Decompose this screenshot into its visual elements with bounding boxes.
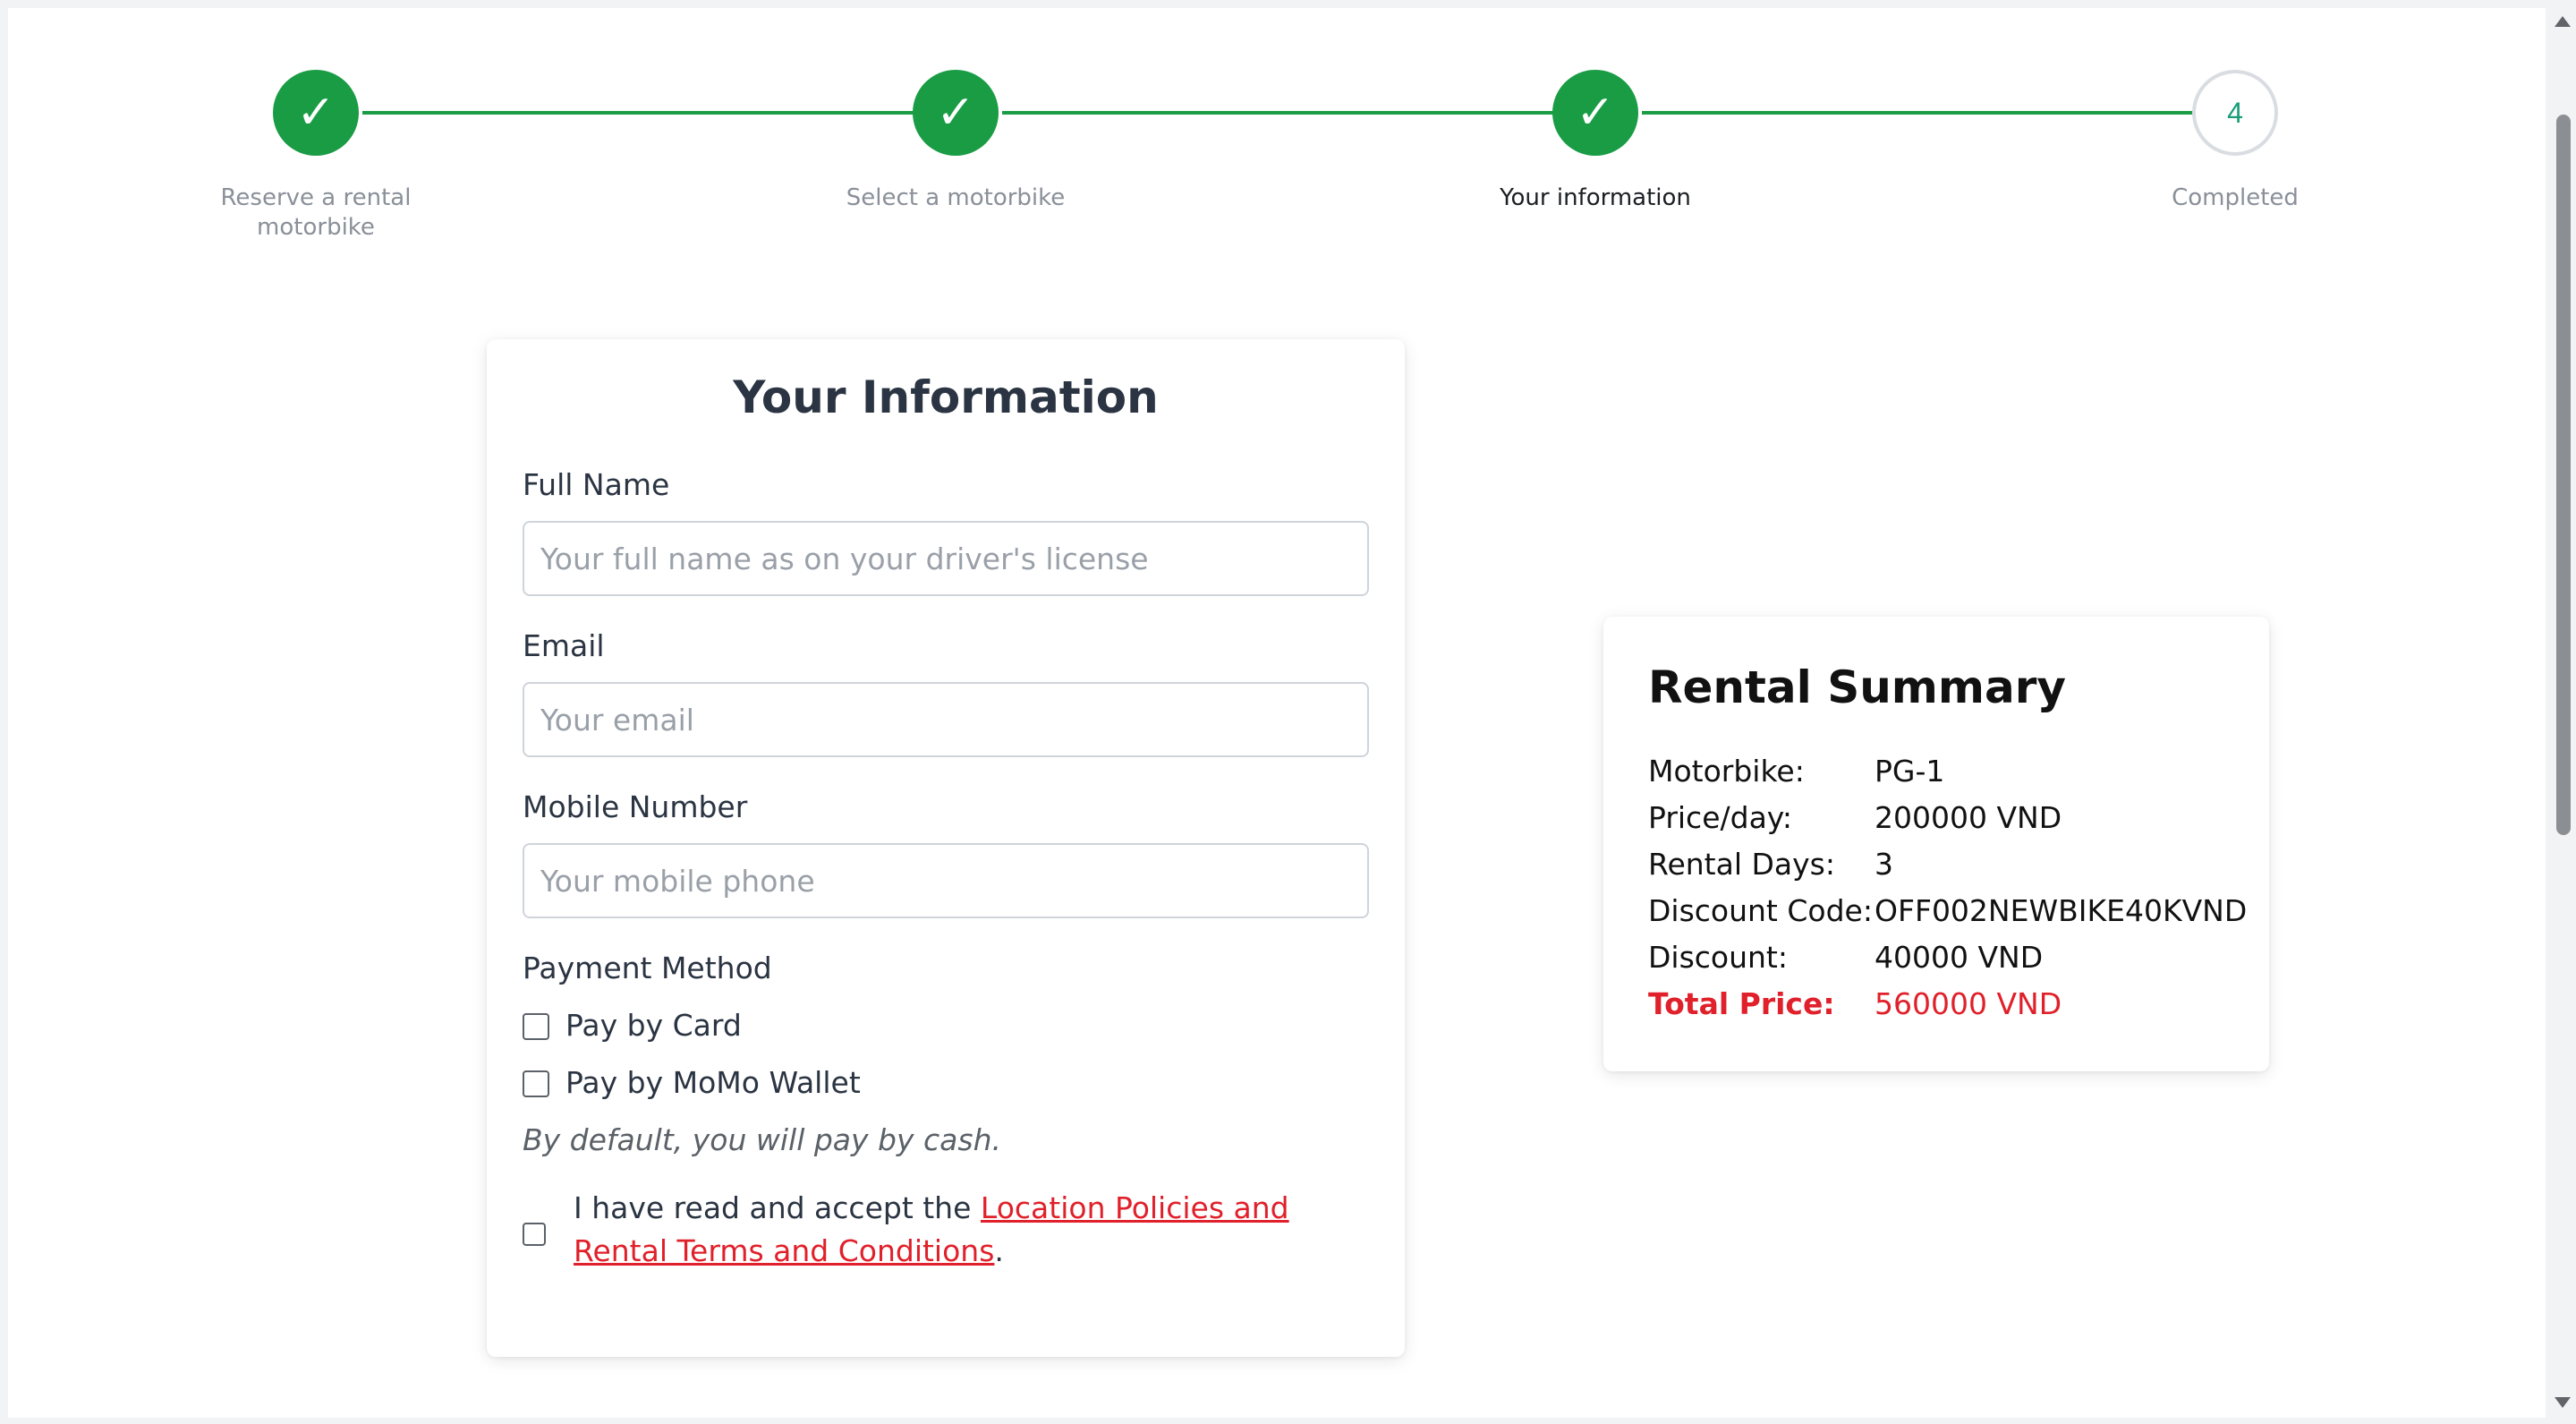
pay-by-momo-checkbox[interactable] — [523, 1070, 549, 1097]
summary-value: 40000 VND — [1875, 940, 2044, 975]
summary-value: 200000 VND — [1875, 800, 2062, 835]
summary-key: Rental Days: — [1648, 847, 1835, 882]
step-connector — [362, 111, 921, 115]
payment-default-note: By default, you will pay by cash. — [523, 1122, 1001, 1157]
full-name-input[interactable] — [523, 521, 1369, 596]
summary-key: Discount: — [1648, 940, 1788, 975]
step-3-label: Your information — [1500, 184, 1691, 211]
scroll-up-arrow-icon[interactable] — [2555, 16, 2571, 27]
step-1-label: Reserve a rental motorbike — [220, 184, 412, 241]
summary-key: Discount Code: — [1648, 893, 1873, 928]
summary-row-price-per-day: Price/day: 200000 VND — [1648, 800, 2257, 847]
accept-terms-text: I have read and accept the Location Poli… — [574, 1187, 1370, 1273]
step-number: 4 — [2227, 96, 2243, 129]
scroll-down-arrow-icon[interactable] — [2555, 1397, 2571, 1408]
step-2-label: Select a motorbike — [846, 184, 1066, 211]
pay-by-card-checkbox[interactable] — [523, 1013, 549, 1040]
scroll-thumb[interactable] — [2556, 115, 2571, 835]
rental-summary-card: Rental Summary Motorbike: PG-1 Price/day… — [1603, 617, 2269, 1071]
summary-row-total-price: Total Price: 560000 VND — [1648, 986, 2257, 1033]
step-4-label: Completed — [2172, 184, 2299, 211]
terms-suffix: . — [994, 1233, 1004, 1268]
step-4-circle: 4 — [2192, 70, 2278, 156]
vertical-scrollbar[interactable] — [2549, 0, 2576, 1424]
email-input[interactable] — [523, 682, 1369, 757]
mobile-number-input[interactable] — [523, 843, 1369, 918]
summary-row-discount-code: Discount Code: OFF002NEWBIKE40KVND — [1648, 893, 2257, 940]
step-connector — [1642, 111, 2200, 115]
your-information-form: Your Information Full Name Email Mobile … — [487, 339, 1405, 1357]
step-3-circle[interactable]: ✓ — [1552, 70, 1638, 156]
step-connector — [1002, 111, 1560, 115]
booking-page: ✓ ✓ ✓ 4 Reserve a rental motorbike Selec… — [8, 8, 2546, 1418]
email-label: Email — [523, 628, 605, 663]
browser-viewport: ✓ ✓ ✓ 4 Reserve a rental motorbike Selec… — [0, 0, 2576, 1424]
summary-value: 3 — [1875, 847, 1893, 882]
pay-by-card-label[interactable]: Pay by Card — [565, 1008, 742, 1043]
summary-value: 560000 VND — [1875, 986, 2062, 1021]
summary-value: OFF002NEWBIKE40KVND — [1875, 893, 2248, 928]
accept-terms-checkbox[interactable] — [523, 1223, 546, 1246]
check-icon: ✓ — [936, 86, 975, 140]
summary-value: PG-1 — [1875, 754, 1945, 789]
mobile-number-label: Mobile Number — [523, 789, 748, 824]
payment-method-label: Payment Method — [523, 951, 772, 985]
step-2-circle[interactable]: ✓ — [913, 70, 999, 156]
summary-row-motorbike: Motorbike: PG-1 — [1648, 754, 2257, 800]
summary-key: Total Price: — [1648, 986, 1835, 1021]
full-name-label: Full Name — [523, 467, 670, 502]
check-icon: ✓ — [296, 86, 336, 140]
summary-row-rental-days: Rental Days: 3 — [1648, 847, 2257, 893]
step-1-circle[interactable]: ✓ — [273, 70, 359, 156]
form-title: Your Information — [733, 371, 1159, 423]
summary-key: Price/day: — [1648, 800, 1793, 835]
summary-key: Motorbike: — [1648, 754, 1805, 789]
summary-row-discount: Discount: 40000 VND — [1648, 940, 2257, 986]
check-icon: ✓ — [1576, 86, 1615, 140]
pay-by-momo-label[interactable]: Pay by MoMo Wallet — [565, 1065, 861, 1100]
summary-title: Rental Summary — [1648, 661, 2066, 713]
terms-prefix: I have read and accept the — [574, 1190, 981, 1225]
